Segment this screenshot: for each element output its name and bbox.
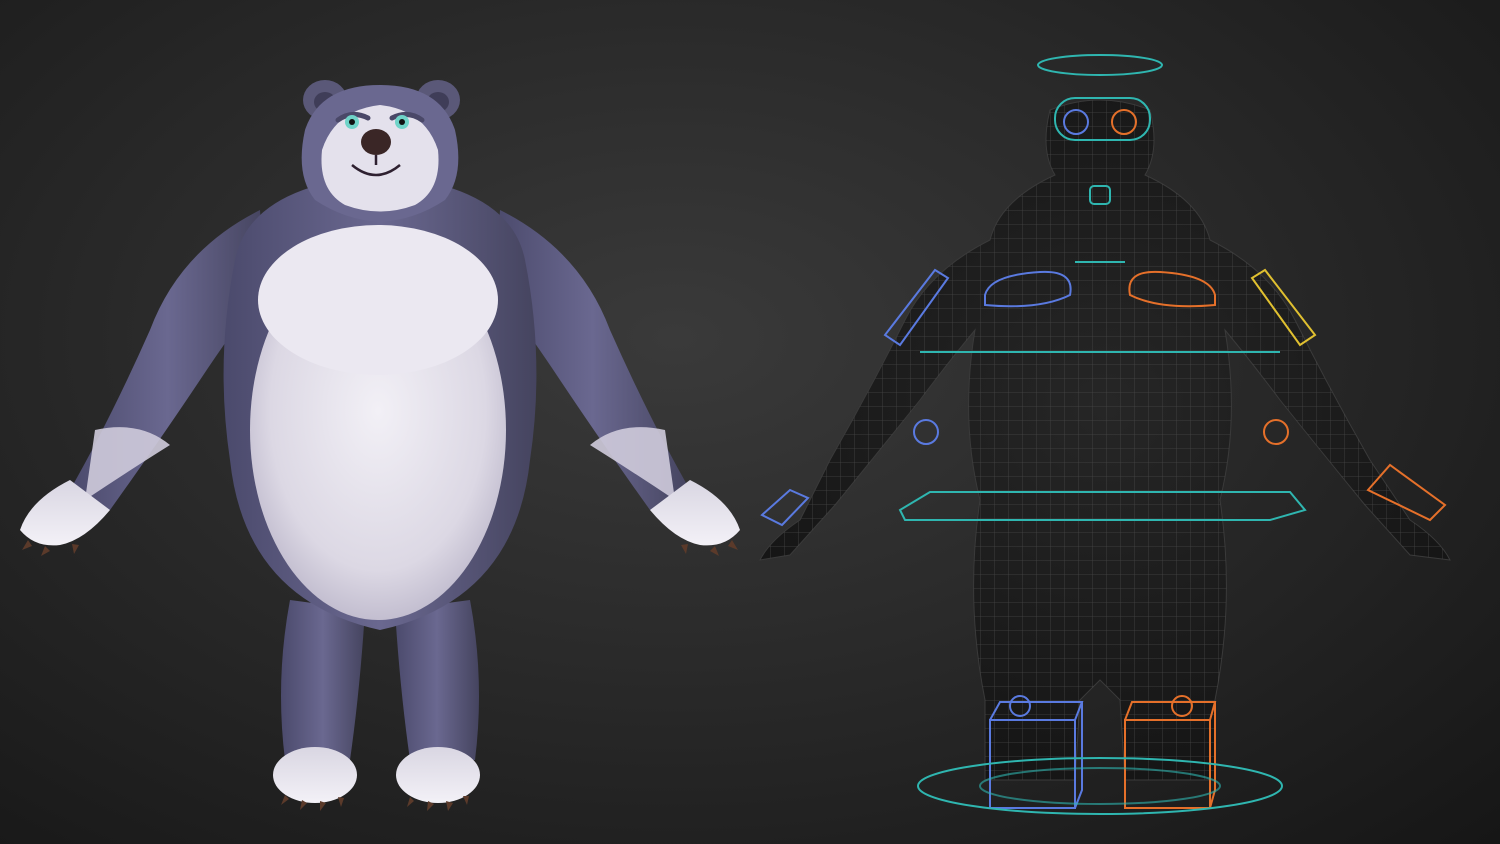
right-leg xyxy=(395,600,479,760)
bear-render-icon xyxy=(20,80,740,811)
right-foot xyxy=(396,747,480,803)
left-leg xyxy=(281,600,365,760)
scene-svg xyxy=(20,54,1451,815)
wireframe-mesh xyxy=(759,99,1451,781)
bear-wireframe-rig-icon xyxy=(759,54,1451,815)
right-forearm-fur xyxy=(590,427,675,500)
left-foot xyxy=(273,747,357,803)
chest xyxy=(258,225,498,375)
viewport xyxy=(0,0,1500,844)
elbow-control-left xyxy=(913,419,939,445)
nose xyxy=(361,129,391,155)
head-halo-control xyxy=(1037,54,1163,76)
elbow-control-right xyxy=(1263,419,1289,445)
left-forearm-fur xyxy=(85,427,170,500)
root-control xyxy=(917,757,1283,815)
